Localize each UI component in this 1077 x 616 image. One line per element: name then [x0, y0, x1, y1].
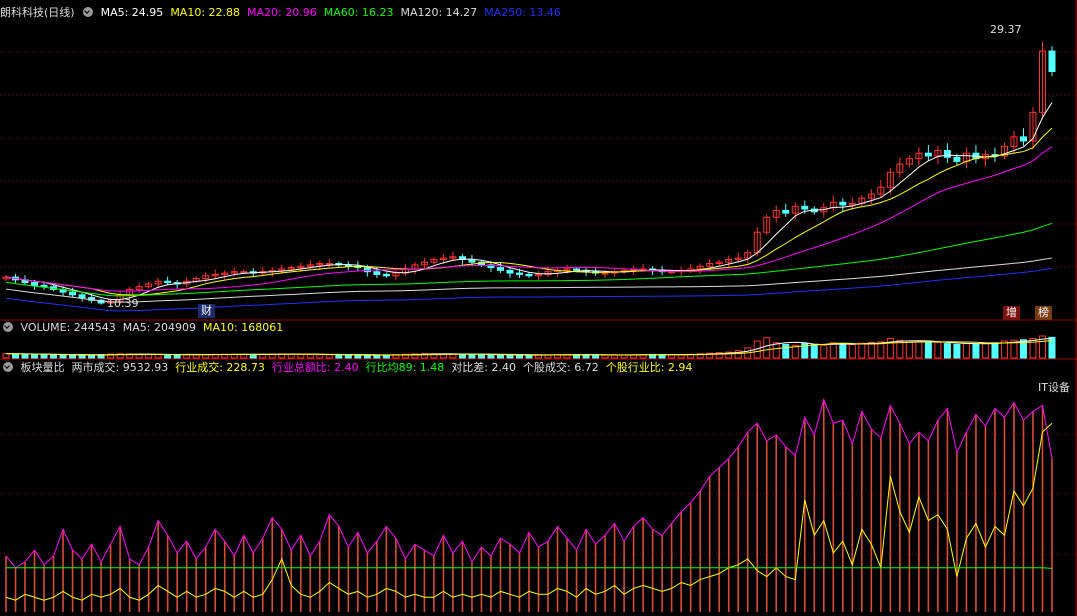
volume-bar — [173, 354, 181, 359]
volume-bar — [154, 354, 162, 359]
volume-bar — [972, 343, 980, 359]
candle-body — [496, 267, 504, 271]
volume-bar — [69, 354, 77, 359]
candle-body — [506, 269, 514, 274]
volume-bar — [363, 354, 371, 359]
candle-body — [839, 201, 847, 206]
volume-bar — [829, 342, 837, 359]
volume-bar — [496, 354, 504, 359]
ma120-line — [5, 257, 1053, 303]
volume-bar — [782, 343, 790, 359]
volume-bar — [21, 353, 29, 359]
candle-body — [801, 205, 809, 210]
volume-bar — [59, 354, 67, 359]
volume-ma5-line — [5, 337, 1053, 356]
candle-body — [525, 273, 533, 277]
volume-bar — [905, 340, 913, 359]
candle-body — [1019, 136, 1027, 142]
volume-bar — [40, 354, 48, 359]
candle-body — [240, 271, 248, 274]
candle-body — [363, 267, 371, 273]
candle-body — [325, 263, 333, 266]
volume-bar — [763, 337, 771, 359]
volume-bar — [848, 343, 856, 359]
indicator-bars — [5, 399, 1053, 612]
volume-bar — [962, 343, 970, 359]
ma10-line — [5, 127, 1053, 296]
volume-bar — [335, 354, 343, 359]
candle-body — [515, 272, 523, 275]
volume-bar — [2, 353, 10, 359]
volume-bar — [943, 343, 951, 359]
volume-bar — [515, 354, 523, 359]
candle-body — [31, 282, 39, 286]
candle-body — [1048, 50, 1056, 72]
candle-body — [40, 284, 48, 288]
ma20-line — [5, 146, 1053, 292]
volume-bar — [325, 354, 333, 359]
candle-body — [164, 280, 172, 284]
volume-bar — [915, 341, 923, 359]
volume-bar — [810, 343, 818, 359]
candle-body — [601, 272, 609, 275]
stock-chart[interactable]: 29.37 10.39 IT设备 — [0, 0, 1077, 616]
volume-bar — [1000, 340, 1008, 359]
volume-bar — [12, 353, 20, 359]
volume-bar — [477, 354, 485, 359]
grid-lines — [0, 0, 1077, 616]
volume-bar — [820, 344, 828, 359]
candle-body — [78, 294, 86, 299]
volume-bar — [487, 354, 495, 359]
volume-bar — [991, 342, 999, 359]
volume-bar — [1029, 338, 1037, 359]
volume-bar — [297, 353, 305, 359]
volume-bar — [183, 354, 191, 359]
badge-finance[interactable]: 财 — [198, 304, 215, 318]
candle-body — [382, 273, 390, 277]
candle-body — [924, 152, 932, 157]
volume-bar — [316, 354, 324, 359]
volume-bar — [953, 343, 961, 359]
volume-bar — [306, 353, 314, 359]
volume-bar — [924, 342, 932, 359]
volume-bar — [344, 354, 352, 359]
volume-bars — [2, 335, 1056, 359]
volume-bar — [981, 342, 989, 359]
volume-bar — [611, 354, 619, 359]
volume-bar — [839, 343, 847, 359]
moving-average-lines — [5, 102, 1053, 312]
ma5-line — [5, 102, 1053, 300]
volume-bar — [858, 342, 866, 359]
industry-label: IT设备 — [1038, 380, 1070, 394]
badge-ranking[interactable]: 榜 — [1035, 306, 1052, 320]
volume-bar — [867, 341, 875, 359]
volume-bar — [354, 354, 362, 359]
volume-bar — [506, 354, 514, 359]
high-label: 29.37 — [990, 23, 1022, 36]
candle-body — [573, 268, 581, 271]
volume-bar — [592, 354, 600, 359]
badge-increase[interactable]: 增 — [1003, 306, 1020, 320]
volume-bar — [525, 354, 533, 359]
candle-body — [953, 156, 961, 162]
candle-body — [943, 149, 951, 158]
low-label: 10.39 — [107, 297, 139, 310]
volume-bar — [601, 354, 609, 359]
volume-bar — [458, 353, 466, 359]
candle-body — [373, 271, 381, 275]
candle-body — [782, 209, 790, 214]
volume-bar — [468, 353, 476, 359]
volume-bar — [772, 342, 780, 359]
volume-bar — [78, 354, 86, 359]
volume-ma10-line — [5, 340, 1053, 356]
candle-body — [69, 291, 77, 296]
volume-bar — [31, 353, 39, 359]
volume-bar — [164, 354, 172, 359]
volume-bar — [934, 341, 942, 359]
volume-bar — [50, 354, 58, 359]
volume-bar — [877, 341, 885, 359]
